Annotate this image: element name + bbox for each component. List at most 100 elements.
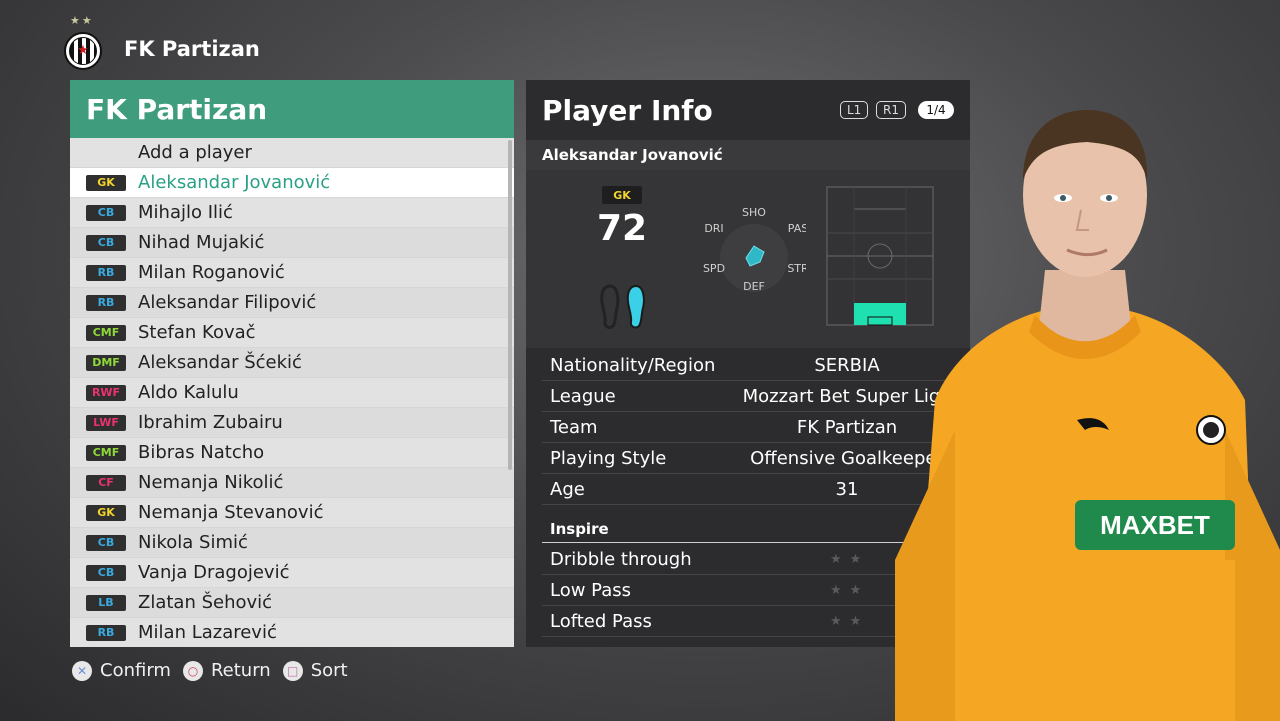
radar-label-spd: SPD — [703, 262, 725, 275]
player-row-name: Aleksandar Filipović — [138, 292, 317, 313]
confirm-button[interactable]: ✕ Confirm — [72, 660, 171, 681]
inspire-stars-icon: ★★ — [830, 551, 870, 567]
radar-label-sho: SHO — [742, 206, 766, 219]
inspire-heading: Inspire — [550, 520, 609, 538]
position-badge: GK — [602, 186, 642, 204]
player-row[interactable]: LB Zlatan Šehović — [70, 588, 514, 618]
attribute-label: Nationality/Region — [550, 354, 716, 376]
inspire-label: Dribble through — [550, 548, 692, 570]
button-hints: ✕ Confirm ○ Return □ Sort — [72, 660, 360, 681]
position-tag: CB — [86, 204, 126, 221]
player-row[interactable]: CB Nihad Mujakić — [70, 228, 514, 258]
player-row[interactable]: CB Mihajlo Ilić — [70, 198, 514, 228]
position-tag: LWF — [86, 414, 126, 431]
attribute-row: Nationality/Region SERBIA — [542, 350, 954, 381]
ability-radar-chart: SHO PAS STR DEF SPD DRI — [703, 206, 806, 293]
player-row[interactable]: GK Nemanja Stevanović — [70, 498, 514, 528]
add-player-button[interactable]: Add a player — [70, 138, 514, 168]
position-tag: RB — [86, 624, 126, 641]
attribute-label: Playing Style — [550, 447, 667, 469]
position-tag: GK — [86, 504, 126, 521]
attribute-row: Age 31 — [542, 474, 954, 505]
position-tag: CF — [86, 474, 126, 491]
player-row-name: Milan Lazarević — [138, 622, 277, 643]
player-row-name: Aleksandar Jovanović — [138, 172, 331, 193]
list-title: FK Partizan — [86, 92, 268, 126]
position-tag: CMF — [86, 324, 126, 341]
position-tag: CB — [86, 234, 126, 251]
inspire-list: Dribble through ★★ Low Pass ★★ Lofted Pass ★★ — [542, 544, 954, 637]
radar-label-pas: PAS — [788, 222, 806, 235]
panel-title: Player Info — [542, 94, 713, 127]
player-row[interactable]: RB Milan Lazarević — [70, 618, 514, 647]
position-tag: GK — [86, 174, 126, 191]
inspire-row: Low Pass ★★ — [542, 575, 954, 606]
inspire-row: Dribble through ★★ — [542, 544, 954, 575]
circle-button-icon: ○ — [182, 660, 203, 681]
player-row-name: Bibras Natcho — [138, 442, 265, 463]
player-row[interactable]: RB Milan Roganović — [70, 258, 514, 288]
position-tag: DMF — [86, 354, 126, 371]
attribute-label: Team — [550, 416, 598, 438]
cross-button-icon: ✕ — [72, 660, 92, 681]
player-row-name: Nihad Mujakić — [138, 232, 265, 253]
preferred-foot-icon — [600, 284, 645, 329]
l1-button[interactable]: L1 — [840, 101, 869, 119]
sort-button[interactable]: □ Sort — [282, 660, 348, 681]
position-tag: CMF — [86, 444, 126, 461]
player-portrait: MAXBET — [895, 110, 1280, 721]
position-tag: CB — [86, 534, 126, 551]
player-name: Aleksandar Jovanović — [542, 146, 723, 164]
square-button-icon: □ — [282, 660, 303, 681]
sort-label: Sort — [310, 660, 348, 681]
list-scrollbar[interactable] — [508, 140, 512, 470]
radar-label-def: DEF — [743, 280, 765, 293]
inspire-row: Lofted Pass ★★ — [542, 606, 954, 637]
player-row-name: Milan Roganović — [138, 262, 285, 283]
inspire-label: Low Pass — [550, 579, 631, 601]
attribute-row: League Mozzart Bet Super Liga — [542, 381, 954, 412]
inspire-stars-icon: ★★ — [830, 613, 870, 629]
add-player-label: Add a player — [138, 142, 252, 163]
position-tag: LB — [86, 594, 126, 611]
player-row[interactable]: RWF Aldo Kalulu — [70, 378, 514, 408]
club-name: FK Partizan — [124, 37, 260, 61]
player-row[interactable]: CB Vanja Dragojević — [70, 558, 514, 588]
player-row-name: Nikola Simić — [138, 532, 248, 553]
player-row[interactable]: CB Nikola Simić — [70, 528, 514, 558]
attribute-table: Nationality/Region SERBIA League Mozzart Be… — [542, 350, 954, 505]
club-crest-icon: ★★ ★ — [62, 14, 106, 78]
player-row[interactable]: DMF Aleksandar Šćekić — [70, 348, 514, 378]
player-row[interactable]: GK Aleksandar Jovanović — [70, 168, 514, 198]
radar-label-dri: DRI — [704, 222, 723, 235]
player-row[interactable]: CMF Stefan Kovač — [70, 318, 514, 348]
player-list: Add a player GK Aleksandar Jovanović CB Mih… — [70, 138, 514, 647]
player-row-name: Nemanja Nikolić — [138, 472, 284, 493]
attribute-row: Team FK Partizan — [542, 412, 954, 443]
player-row-name: Aleksandar Šćekić — [138, 352, 302, 373]
inspire-stars-icon: ★★ — [830, 582, 870, 598]
return-label: Return — [210, 660, 271, 681]
attribute-label: League — [550, 385, 616, 407]
position-tag: RB — [86, 294, 126, 311]
confirm-label: Confirm — [100, 660, 171, 681]
player-row[interactable]: CMF Bibras Natcho — [70, 438, 514, 468]
list-header: FK Partizan — [70, 80, 514, 138]
player-row-name: Vanja Dragojević — [138, 562, 290, 583]
player-row-name: Mihajlo Ilić — [138, 202, 233, 223]
attribute-row: Playing Style Offensive Goalkeeper — [542, 443, 954, 474]
player-row-name: Ibrahim Zubairu — [138, 412, 283, 433]
player-row-name: Aldo Kalulu — [138, 382, 239, 403]
position-tag: CB — [86, 564, 126, 581]
player-row[interactable]: RB Aleksandar Filipović — [70, 288, 514, 318]
position-tag: RB — [86, 264, 126, 281]
player-row-name: Nemanja Stevanović — [138, 502, 324, 523]
radar-label-str: STR — [787, 262, 806, 275]
player-list-panel: FK Partizan Add a player GK Aleksandar Jo… — [70, 80, 514, 647]
return-button[interactable]: ○ Return — [182, 660, 271, 681]
player-row[interactable]: CF Nemanja Nikolić — [70, 468, 514, 498]
inspire-label: Lofted Pass — [550, 610, 652, 632]
player-row[interactable]: LWF Ibrahim Zubairu — [70, 408, 514, 438]
club-header: ★★ ★ FK Partizan — [62, 14, 260, 78]
player-row-name: Zlatan Šehović — [138, 592, 273, 613]
